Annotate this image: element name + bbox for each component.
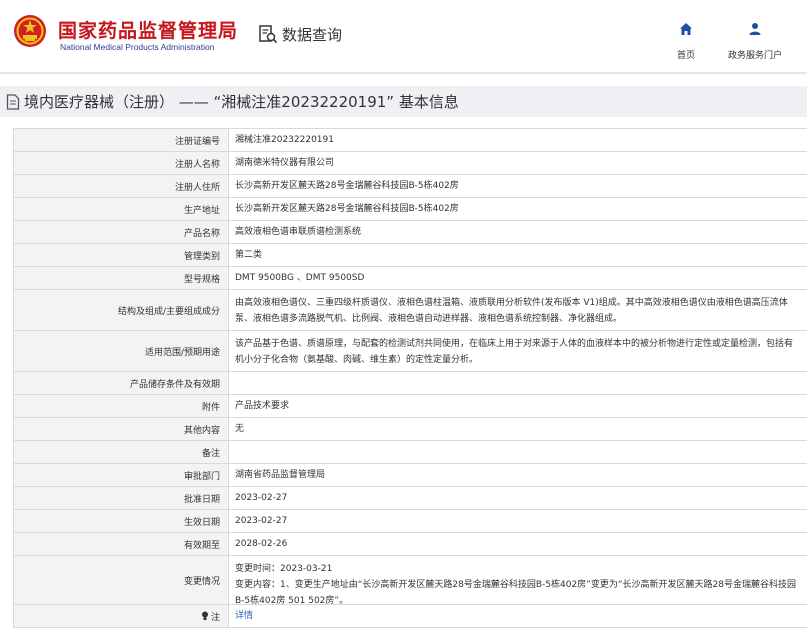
row-value bbox=[229, 372, 807, 394]
table-row: 批准日期 2023-02-27 bbox=[13, 487, 807, 510]
row-value: 无 bbox=[235, 424, 245, 434]
row-value: 详情 bbox=[229, 605, 807, 627]
site-subtitle: National Medical Products Administration bbox=[60, 42, 215, 52]
nav-home[interactable]: 首页 bbox=[668, 22, 704, 61]
row-value bbox=[229, 441, 807, 463]
row-label: 管理类别 bbox=[13, 244, 229, 266]
row-value: 高效液相色谱串联质谱检测系统 bbox=[235, 227, 362, 237]
row-value: DMT 9500BG 、DMT 9500SD bbox=[235, 273, 365, 283]
row-value: 长沙高新开发区麓天路28号金瑞麓谷科技园B-5栋402房 bbox=[235, 204, 459, 214]
nav-service-label: 政务服务门户 bbox=[727, 51, 782, 61]
detail-table: 注册证编号 湘械注准20232220191 注册人名称 湖南德米特仪器有限公司 … bbox=[13, 128, 807, 628]
table-row: 变更情况 变更时间：2023-03-21 变更内容：1、变更生产地址由“长沙高新… bbox=[13, 556, 807, 606]
row-label: 产品储存条件及有效期 bbox=[13, 372, 229, 394]
nav-home-label: 首页 bbox=[676, 51, 695, 61]
row-label: 结构及组成/主要组成成分 bbox=[13, 290, 229, 330]
table-row: 备注 bbox=[13, 441, 807, 464]
table-row: 审批部门 湖南省药品监督管理局 bbox=[13, 464, 807, 487]
lightbulb-icon bbox=[201, 611, 208, 620]
row-value: 第二类 bbox=[235, 250, 263, 260]
data-query-label: 数据查询 bbox=[282, 25, 343, 44]
table-row: 注 详情 bbox=[13, 605, 807, 628]
page-title: 境内医疗器械（注册） —— “湘械注准20232220191” 基本信息 bbox=[24, 93, 459, 111]
site-header: 国家药品监督管理局 National Medical Products Admi… bbox=[0, 0, 807, 74]
row-value: 2023-02-27 bbox=[235, 516, 288, 526]
row-label: 批准日期 bbox=[13, 487, 229, 509]
table-row: 生产地址 长沙高新开发区麓天路28号金瑞麓谷科技园B-5栋402房 bbox=[13, 198, 807, 221]
table-row: 注册人住所 长沙高新开发区麓天路28号金瑞麓谷科技园B-5栋402房 bbox=[13, 175, 807, 198]
table-row: 生效日期 2023-02-27 bbox=[13, 510, 807, 533]
document-icon bbox=[6, 93, 20, 110]
table-row: 适用范围/预期用途 该产品基于色谱、质谱原理，与配套的检测试剂共同使用，在临床上… bbox=[13, 331, 807, 372]
row-label: 附件 bbox=[13, 395, 229, 417]
row-value: 2023-02-27 bbox=[235, 493, 288, 503]
user-icon bbox=[749, 23, 761, 35]
table-row: 有效期至 2028-02-26 bbox=[13, 533, 807, 556]
row-label: 生效日期 bbox=[13, 510, 229, 532]
table-row: 型号规格 DMT 9500BG 、DMT 9500SD bbox=[13, 267, 807, 290]
row-value: 该产品基于色谱、质谱原理，与配套的检测试剂共同使用，在临床上用于对来源于人体的血… bbox=[235, 339, 794, 365]
table-row: 注册人名称 湖南德米特仪器有限公司 bbox=[13, 152, 807, 175]
table-row: 管理类别 第二类 bbox=[13, 244, 807, 267]
row-value: 湖南德米特仪器有限公司 bbox=[235, 158, 335, 168]
table-row: 注册证编号 湘械注准20232220191 bbox=[13, 129, 807, 152]
row-value: 产品技术要求 bbox=[235, 401, 290, 411]
note-label: 注 bbox=[210, 612, 220, 623]
row-label: 注 bbox=[13, 605, 229, 627]
data-query-link[interactable]: 数据查询 bbox=[258, 22, 342, 46]
row-value: 2028-02-26 bbox=[235, 539, 288, 549]
row-label: 注册人住所 bbox=[13, 175, 229, 197]
row-value: 由高效液相色谱仪、三重四级杆质谱仪、液相色谱柱温箱、液质联用分析软件(发布版本 … bbox=[235, 298, 788, 324]
row-value: 湖南省药品监督管理局 bbox=[235, 470, 326, 480]
page-title-bar: 境内医疗器械（注册） —— “湘械注准20232220191” 基本信息 bbox=[0, 86, 807, 117]
data-query-icon bbox=[259, 25, 278, 44]
site-title[interactable]: 国家药品监督管理局 bbox=[58, 16, 238, 43]
details-link[interactable]: 详情 bbox=[235, 608, 253, 624]
row-label: 产品名称 bbox=[13, 221, 229, 243]
home-icon bbox=[680, 23, 692, 35]
row-label: 审批部门 bbox=[13, 464, 229, 486]
row-label: 生产地址 bbox=[13, 198, 229, 220]
nav-service-portal[interactable]: 政务服务门户 bbox=[720, 22, 790, 61]
row-label: 注册证编号 bbox=[13, 129, 229, 151]
row-label: 变更情况 bbox=[13, 556, 229, 604]
row-label: 其他内容 bbox=[13, 418, 229, 440]
row-label: 型号规格 bbox=[13, 267, 229, 289]
table-row: 其他内容 无 bbox=[13, 418, 807, 441]
row-value: 长沙高新开发区麓天路28号金瑞麓谷科技园B-5栋402房 bbox=[235, 181, 459, 191]
row-value: 湘械注准20232220191 bbox=[235, 135, 334, 145]
table-row: 产品名称 高效液相色谱串联质谱检测系统 bbox=[13, 221, 807, 244]
table-row: 产品储存条件及有效期 bbox=[13, 372, 807, 395]
table-row: 附件 产品技术要求 bbox=[13, 395, 807, 418]
table-row: 结构及组成/主要组成成分 由高效液相色谱仪、三重四级杆质谱仪、液相色谱柱温箱、液… bbox=[13, 290, 807, 331]
row-label: 备注 bbox=[13, 441, 229, 463]
national-emblem-icon bbox=[14, 15, 46, 47]
row-label: 注册人名称 bbox=[13, 152, 229, 174]
row-value: 变更时间：2023-03-21 变更内容：1、变更生产地址由“长沙高新开发区麓天… bbox=[235, 564, 796, 606]
row-label: 适用范围/预期用途 bbox=[13, 331, 229, 371]
row-label: 有效期至 bbox=[13, 533, 229, 555]
